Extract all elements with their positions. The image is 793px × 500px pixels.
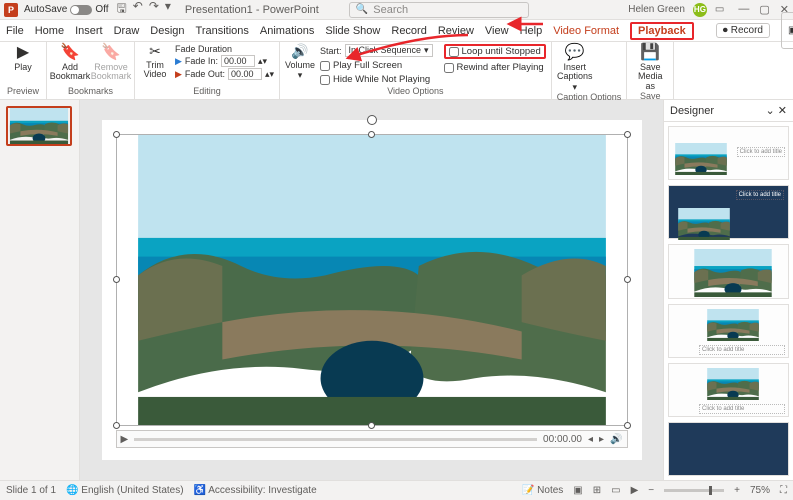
player-volume-icon[interactable]: 🔊 (610, 434, 622, 445)
app-icon: P (4, 3, 18, 17)
design-idea-3[interactable] (668, 244, 789, 298)
bookmark-add-icon: 🔖 (60, 44, 80, 62)
tab-insert[interactable]: Insert (75, 25, 103, 37)
player-prev-icon[interactable]: ◂ (588, 434, 593, 445)
design-idea-4[interactable]: Click to add title (668, 304, 789, 358)
avatar[interactable]: HG (693, 3, 707, 17)
zoom-level[interactable]: 75% (750, 485, 770, 496)
design-idea-1[interactable]: Click to add title (668, 126, 789, 180)
tab-review[interactable]: Review (438, 25, 474, 37)
maximize-icon[interactable]: ▢ (759, 3, 769, 16)
present-teams-button[interactable]: ▣ Present in Teams (781, 12, 793, 49)
captions-icon: 💬 (565, 44, 585, 62)
tab-transitions[interactable]: Transitions (196, 25, 249, 37)
tab-help[interactable]: Help (520, 25, 543, 37)
status-slide-count: Slide 1 of 1 (6, 485, 56, 496)
video-player-controls[interactable]: ▶ 00:00.00 ◂ ▸ 🔊 (116, 430, 628, 448)
player-time: 00:00.00 (543, 434, 582, 445)
qat-more-icon[interactable]: ▾ (165, 0, 171, 20)
start-dropdown[interactable]: In Click Sequence▾ (345, 44, 433, 57)
remove-bookmark-button: 🔖Remove Bookmark (93, 44, 129, 82)
minimize-icon[interactable]: — (738, 3, 749, 16)
fade-duration-label: Fade Duration (175, 44, 274, 54)
notes-button[interactable]: 📝 Notes (522, 485, 563, 496)
search-input[interactable]: 🔍 Search (349, 2, 529, 18)
design-idea-6[interactable] (668, 422, 789, 476)
designer-title: Designer (670, 105, 714, 117)
slide-canvas[interactable]: ▶ 00:00.00 ◂ ▸ 🔊 (102, 120, 642, 460)
player-next-icon[interactable]: ▸ (599, 434, 604, 445)
trim-video-button[interactable]: ✂Trim Video (140, 44, 170, 80)
redo-icon[interactable]: ↷ (149, 0, 159, 20)
hide-while-not-playing-checkbox[interactable]: Hide While Not Playing (320, 74, 433, 85)
fade-in-icon: ▶ (175, 56, 182, 67)
fade-in-input[interactable]: 00.00 (221, 55, 255, 67)
insert-captions-button[interactable]: 💬Insert Captions▾ (557, 44, 593, 92)
tab-view[interactable]: View (485, 25, 509, 37)
zoom-in-icon[interactable]: + (734, 485, 740, 496)
play-full-screen-checkbox[interactable]: Play Full Screen (320, 60, 433, 71)
add-bookmark-button[interactable]: 🔖Add Bookmark (52, 44, 88, 82)
player-seek-bar[interactable] (134, 438, 537, 441)
volume-button[interactable]: 🔊Volume▾ (285, 44, 315, 81)
designer-more-icon[interactable]: ⌄ (766, 105, 775, 117)
tab-design[interactable]: Design (150, 25, 184, 37)
loop-until-stopped-checkbox[interactable]: Loop until Stopped (444, 44, 546, 59)
designer-close-icon[interactable]: ✕ (778, 105, 787, 117)
rewind-after-playing-checkbox[interactable]: Rewind after Playing (444, 62, 546, 73)
fade-out-input[interactable]: 00.00 (228, 68, 262, 80)
player-play-icon[interactable]: ▶ (121, 434, 129, 445)
save-icon[interactable]: 🖫 (117, 0, 127, 20)
rotate-handle[interactable] (367, 115, 377, 125)
undo-icon[interactable]: ↶ (133, 0, 143, 20)
save-media-button[interactable]: 💾Save Media as (632, 44, 668, 91)
tab-slideshow[interactable]: Slide Show (325, 25, 380, 37)
search-icon: 🔍 (356, 4, 368, 15)
tab-file[interactable]: File (6, 25, 24, 37)
bookmark-remove-icon: 🔖 (101, 44, 121, 62)
view-slideshow-icon[interactable]: ▶ (631, 485, 639, 496)
ribbon-mode-icon[interactable]: ▭ (715, 4, 724, 15)
play-button[interactable]: ▶Play (5, 44, 41, 72)
view-normal-icon[interactable]: ▣ (573, 485, 582, 496)
slide-editor[interactable]: ▶ 00:00.00 ◂ ▸ 🔊 (80, 100, 663, 480)
document-title: Presentation1 - PowerPoint (185, 4, 319, 16)
record-button[interactable]: ⏺ Record (716, 23, 770, 38)
trim-icon: ✂ (149, 44, 161, 60)
status-language[interactable]: 🌐 English (United States) (66, 485, 184, 496)
view-reading-icon[interactable]: ▭ (611, 485, 620, 496)
fade-out-icon: ▶ (175, 69, 182, 80)
slide-thumbnail-panel[interactable] (0, 100, 80, 480)
tab-draw[interactable]: Draw (114, 25, 140, 37)
play-icon: ▶ (17, 44, 29, 62)
zoom-slider[interactable] (664, 489, 724, 492)
tab-animations[interactable]: Animations (260, 25, 314, 37)
design-idea-5[interactable]: Click to add title (668, 363, 789, 417)
designer-pane: Designer ⌄ ✕ Click to add title Click to… (663, 100, 793, 480)
tab-playback[interactable]: Playback (630, 22, 694, 40)
fit-window-icon[interactable]: ⛶ (780, 485, 787, 496)
video-object[interactable] (116, 134, 628, 426)
tab-record[interactable]: Record (391, 25, 426, 37)
autosave-toggle[interactable]: AutoSave Off (24, 4, 109, 15)
user-name[interactable]: Helen Green (628, 4, 685, 15)
tab-home[interactable]: Home (35, 25, 64, 37)
status-accessibility[interactable]: ♿ Accessibility: Investigate (194, 485, 317, 496)
slide-thumbnail-1[interactable] (6, 106, 72, 146)
save-media-icon: 💾 (640, 44, 660, 62)
zoom-out-icon[interactable]: − (648, 485, 654, 496)
tab-video-format[interactable]: Video Format (553, 25, 619, 37)
volume-icon: 🔊 (291, 44, 308, 60)
design-idea-2[interactable]: Click to add title (668, 185, 789, 239)
view-sorter-icon[interactable]: ⊞ (593, 485, 601, 496)
